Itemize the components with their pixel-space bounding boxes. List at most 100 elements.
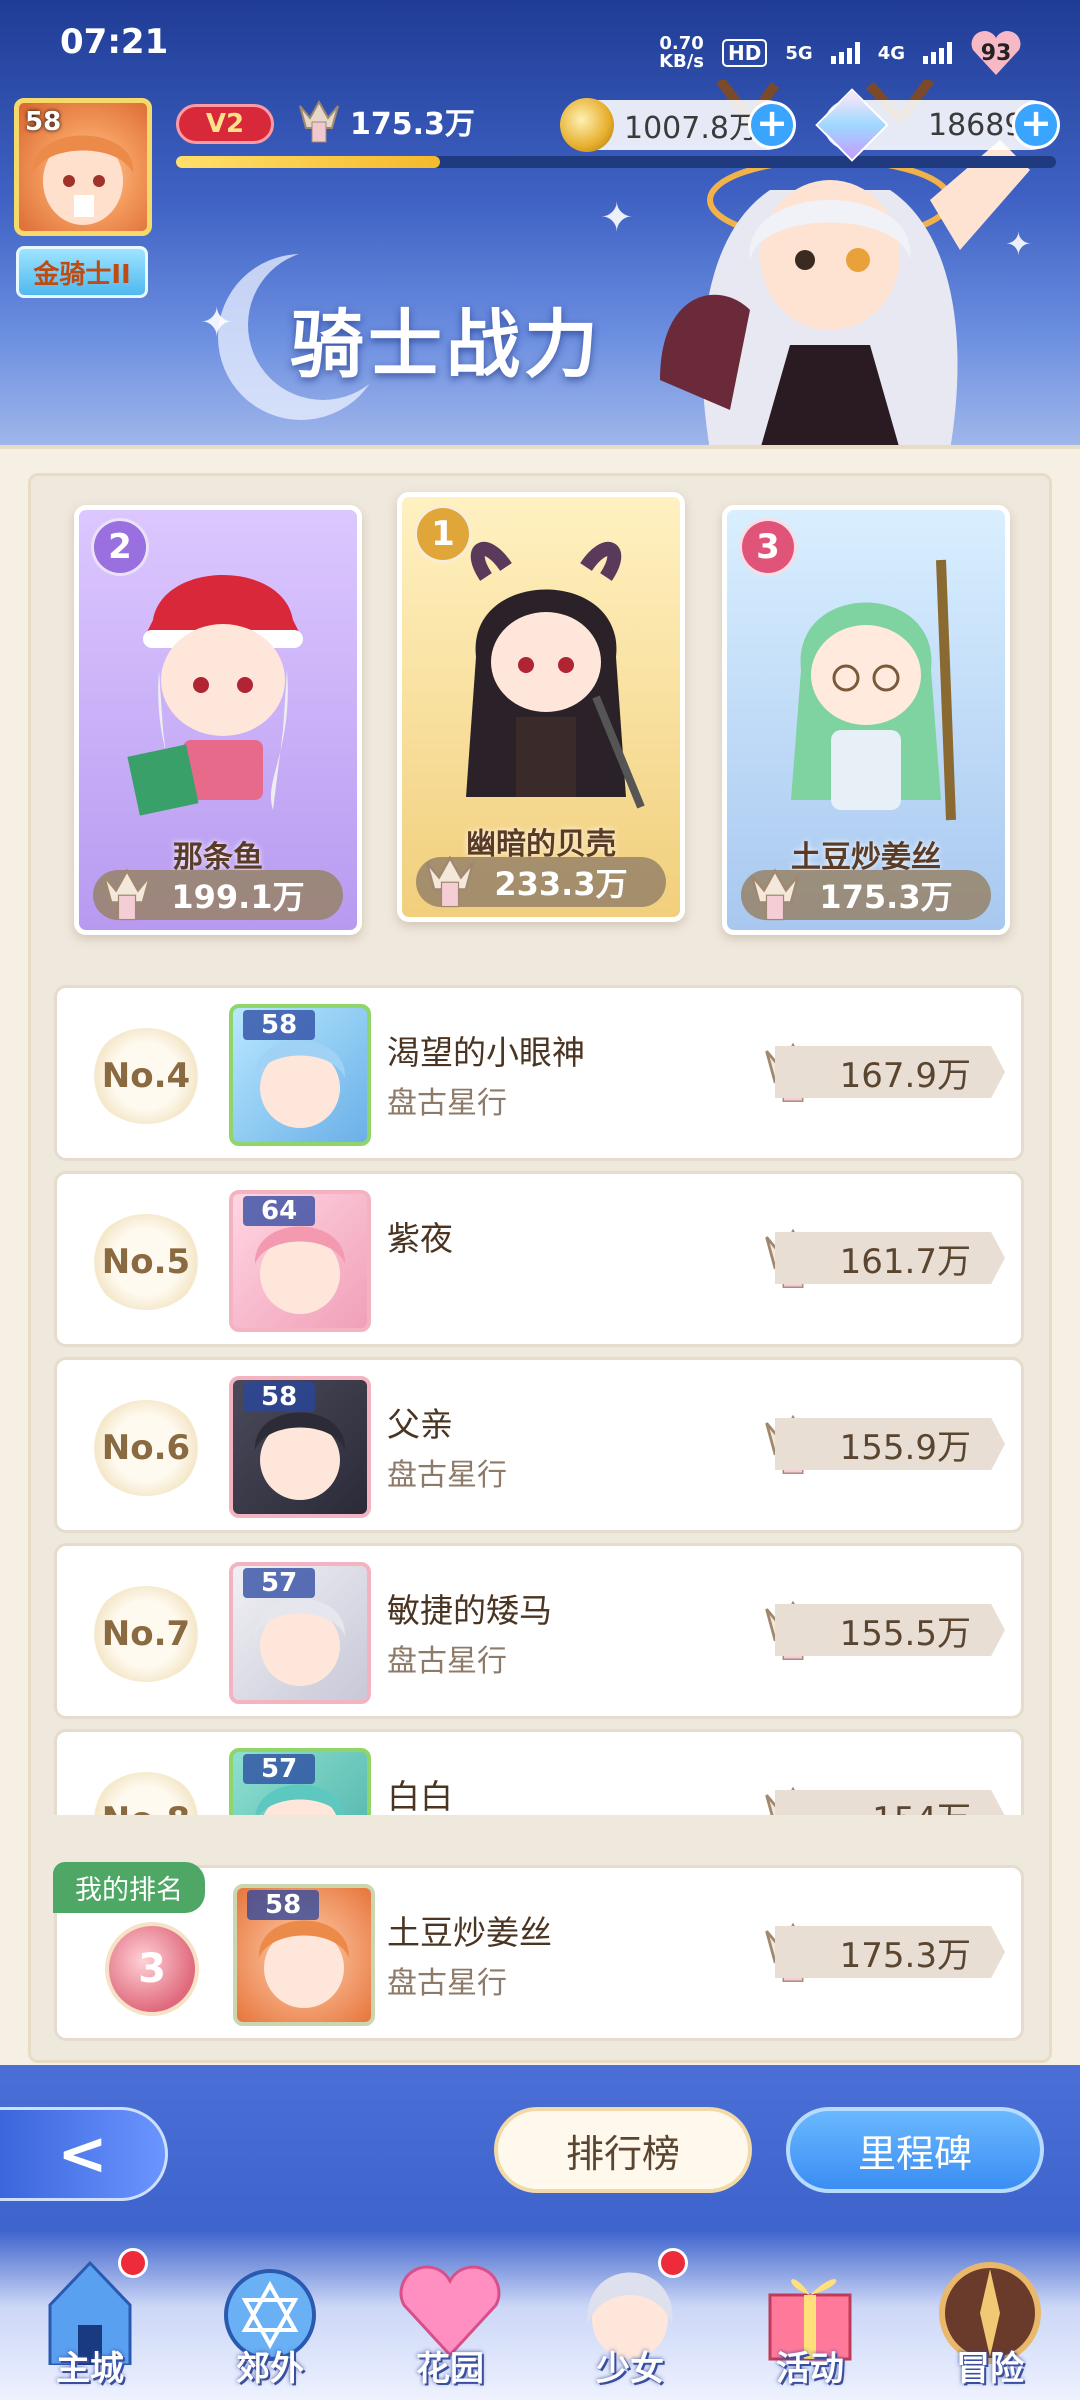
nav-label: 少女 bbox=[596, 2349, 664, 2389]
gem-counter[interactable]: 18689 + bbox=[815, 88, 1060, 162]
gold-value: 1007.8万 bbox=[624, 111, 759, 146]
power-value: 155.5万 bbox=[775, 1604, 1005, 1656]
nav-label: 冒险 bbox=[956, 2349, 1024, 2389]
ranking-row[interactable]: No.5 64 紫夜 161.7万 bbox=[54, 1171, 1024, 1347]
podium-power-value: 199.1万 bbox=[171, 878, 305, 916]
rank-number: No.8 bbox=[91, 1772, 201, 1815]
avatar-level: 57 bbox=[243, 1568, 316, 1598]
player-name: 敏捷的矮马 bbox=[387, 1591, 552, 1630]
my-rank-row[interactable]: 我的排名 3 58 土豆炒姜丝 盘古星行 175.3万 bbox=[53, 1862, 1024, 2041]
my-rank-label: 我的排名 bbox=[53, 1862, 205, 1913]
player-level: 58 bbox=[25, 107, 62, 137]
avatar: 58 bbox=[229, 1376, 371, 1518]
ranking-row[interactable]: No.8 57 白白 154万 bbox=[54, 1729, 1024, 1815]
power-trophy-icon bbox=[102, 868, 152, 921]
speed-unit: KB/s bbox=[659, 51, 705, 72]
podium-power: 233.3万 bbox=[416, 855, 666, 908]
bottom-bar: < 排行榜 里程碑 主城 郊外 花园 少女 活动 冒险 bbox=[0, 2065, 1080, 2400]
add-gold-button[interactable]: + bbox=[748, 101, 796, 149]
avatar-level: 58 bbox=[247, 1890, 320, 1920]
guild-name: 盘古星行 bbox=[387, 1966, 507, 2001]
guild-name: 盘古星行 bbox=[387, 1086, 507, 1121]
avatar: 64 bbox=[229, 1190, 371, 1332]
podium-power: 199.1万 bbox=[93, 868, 343, 921]
ranking-row[interactable]: No.7 57 敏捷的矮马 盘古星行 155.5万 bbox=[54, 1543, 1024, 1719]
status-time: 07:21 bbox=[60, 22, 169, 62]
xp-bar bbox=[176, 156, 1056, 168]
nav-adventure[interactable]: 冒险 bbox=[910, 2230, 1070, 2390]
podium-rank-3[interactable]: 3 土豆炒姜丝 175.3万 bbox=[722, 505, 1010, 935]
add-gem-button[interactable]: + bbox=[1012, 101, 1060, 149]
player-title: 金骑士II bbox=[16, 246, 148, 298]
net-5g-label: 5G bbox=[785, 42, 813, 64]
nav-girls[interactable]: 少女 bbox=[550, 2230, 710, 2390]
notification-dot bbox=[118, 2248, 148, 2278]
power-value: 175.3万 bbox=[775, 1926, 1005, 1978]
avatar: 57 bbox=[229, 1562, 371, 1704]
sparkle-icon: ✦ bbox=[200, 300, 234, 346]
guild-name: 盘古星行 bbox=[387, 1644, 507, 1679]
rank-number: No.5 bbox=[91, 1214, 201, 1310]
nav-events[interactable]: 活动 bbox=[730, 2230, 890, 2390]
podium-character-1 bbox=[466, 542, 645, 809]
header: ✦ ✦ ✦ 07:21 0.70 KB/s HD 5G 4G 93 58 金骑士… bbox=[0, 0, 1080, 445]
power-value: 161.7万 bbox=[775, 1232, 1005, 1284]
battery-heart-icon: 93 bbox=[970, 30, 1022, 76]
rank-number: No.6 bbox=[91, 1400, 201, 1496]
nav-label: 主城 bbox=[56, 2349, 124, 2389]
guild-name: 盘古星行 bbox=[387, 1458, 507, 1493]
podium-rank-1[interactable]: 1 幽暗的贝壳 233.3万 bbox=[397, 492, 685, 922]
avatar: 57 bbox=[229, 1748, 371, 1815]
nav-label: 花园 bbox=[416, 2349, 484, 2389]
avatar: 58 bbox=[233, 1884, 375, 2026]
nav-label: 活动 bbox=[776, 2349, 844, 2389]
main-navigation: 主城 郊外 花园 少女 活动 冒险 bbox=[0, 2230, 1080, 2400]
status-icons: 0.70 KB/s HD 5G 4G 93 bbox=[659, 30, 1022, 76]
player-name: 渴望的小眼神 bbox=[387, 1033, 585, 1072]
gem-value: 18689 bbox=[928, 107, 1024, 143]
page-title: 骑士战力 bbox=[290, 302, 602, 388]
back-button[interactable]: < bbox=[0, 2107, 168, 2201]
avatar-level: 64 bbox=[243, 1196, 316, 1226]
vip-badge[interactable]: V2 bbox=[176, 104, 274, 144]
nav-suburbs[interactable]: 郊外 bbox=[190, 2230, 350, 2390]
podium-power: 175.3万 bbox=[741, 868, 991, 921]
gold-counter[interactable]: 1007.8万 + bbox=[560, 98, 796, 152]
podium-rank-2[interactable]: 2 那条鱼 199.1万 bbox=[74, 505, 362, 935]
nav-label: 郊外 bbox=[236, 2349, 304, 2389]
milestone-button[interactable]: 里程碑 bbox=[786, 2107, 1044, 2193]
network-speed: 0.70 KB/s bbox=[659, 35, 704, 71]
signal-bars-icon bbox=[830, 42, 860, 64]
podium-power-value: 175.3万 bbox=[819, 878, 953, 916]
my-rank-medal: 3 bbox=[105, 1922, 199, 2016]
player-name: 紫夜 bbox=[387, 1219, 453, 1258]
hd-icon: HD bbox=[722, 39, 768, 67]
avatar-level: 58 bbox=[243, 1010, 316, 1040]
player-name: 父亲 bbox=[387, 1405, 453, 1444]
power-trophy-icon bbox=[750, 868, 800, 921]
avatar-level: 57 bbox=[243, 1754, 316, 1784]
power-value: 155.9万 bbox=[775, 1418, 1005, 1470]
ranking-list[interactable]: No.4 58 渴望的小眼神 盘古星行 167.9万 No.5 64 紫夜 16… bbox=[0, 985, 1080, 1815]
avatar: 58 bbox=[229, 1004, 371, 1146]
power-trophy-icon bbox=[425, 855, 475, 908]
player-avatar[interactable]: 58 bbox=[14, 98, 152, 236]
player-name: 白白 bbox=[387, 1777, 453, 1815]
power-value: 167.9万 bbox=[775, 1046, 1005, 1098]
player-power-value: 175.3万 bbox=[350, 107, 475, 142]
avatar-level: 58 bbox=[243, 1382, 316, 1412]
nav-garden[interactable]: 花园 bbox=[370, 2230, 530, 2390]
ranking-row[interactable]: No.4 58 渴望的小眼神 盘古星行 167.9万 bbox=[54, 985, 1024, 1161]
leaderboard-button[interactable]: 排行榜 bbox=[494, 2107, 752, 2193]
ranking-row[interactable]: No.6 58 父亲 盘古星行 155.9万 bbox=[54, 1357, 1024, 1533]
xp-bar-fill bbox=[176, 156, 440, 168]
back-arrow-icon: < bbox=[57, 2119, 108, 2189]
notification-dot bbox=[658, 2248, 688, 2278]
power-trophy-icon bbox=[299, 99, 339, 143]
power-value: 154万 bbox=[775, 1790, 1005, 1815]
signal-bars-icon bbox=[923, 42, 952, 64]
nav-main-city[interactable]: 主城 bbox=[10, 2230, 170, 2390]
rank-number: No.7 bbox=[91, 1586, 201, 1682]
podium-power-value: 233.3万 bbox=[494, 865, 628, 903]
player-name: 土豆炒姜丝 bbox=[387, 1913, 552, 1952]
